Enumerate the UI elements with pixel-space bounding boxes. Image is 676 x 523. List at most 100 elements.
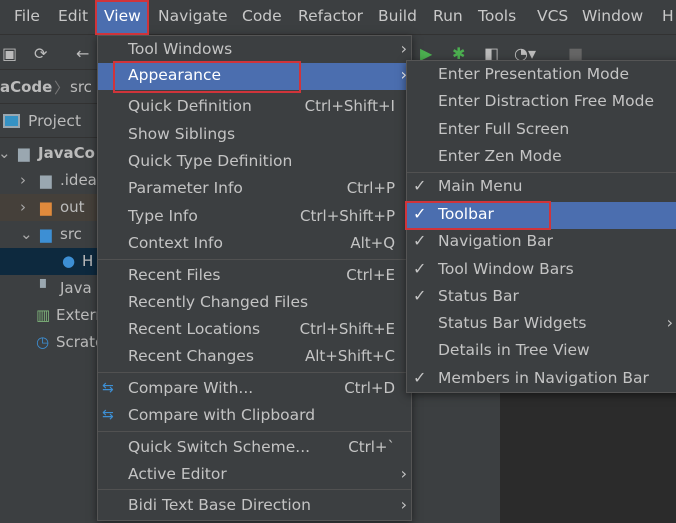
collapse-arrow-icon[interactable]: ›	[20, 171, 26, 189]
expand-arrow-icon[interactable]: ⌄	[0, 144, 11, 162]
project-window-icon	[3, 114, 20, 128]
menu-item-enter-zen-mode[interactable]: Enter Zen Mode	[407, 144, 676, 171]
source-folder-icon: ▆	[40, 225, 52, 243]
shortcut-label: Ctrl+`	[348, 438, 395, 456]
collapse-arrow-icon[interactable]: ›	[20, 198, 26, 216]
tree-item-label: Java	[60, 279, 92, 297]
menu-item-label: Context Info	[128, 234, 223, 252]
project-panel-title[interactable]: Project	[28, 112, 81, 130]
menu-item-toolbar[interactable]: ✓ Toolbar	[407, 202, 676, 229]
menu-item-label: Recent Changes	[128, 347, 254, 365]
menu-item-label: Enter Distraction Free Mode	[438, 92, 654, 110]
menu-item-label: Appearance	[128, 66, 222, 84]
menu-navigate[interactable]: Navigate	[158, 7, 228, 25]
menu-item-label: Enter Zen Mode	[438, 147, 562, 165]
shortcut-label: Ctrl+D	[344, 379, 395, 397]
navigation-bar: aCode 〉 src	[0, 72, 100, 104]
menu-view[interactable]: View	[104, 7, 141, 25]
menu-item-label: Compare with Clipboard	[128, 406, 316, 424]
menu-item-quick-definition[interactable]: Quick Definition Ctrl+Shift+I	[98, 94, 411, 121]
menu-item-recent-changes[interactable]: Recent Changes Alt+Shift+C	[98, 344, 411, 371]
menu-item-enter-distraction-free-mode[interactable]: Enter Distraction Free Mode	[407, 89, 676, 116]
menu-edit[interactable]: Edit	[58, 7, 88, 25]
menu-item-parameter-info[interactable]: Parameter Info Ctrl+P	[98, 176, 411, 203]
submenu-arrow-icon: ›	[400, 39, 407, 58]
menu-item-navigation-bar[interactable]: ✓ Navigation Bar	[407, 229, 676, 256]
menu-item-label: Recent Locations	[128, 320, 261, 338]
sync-icon[interactable]: ⟳	[34, 44, 47, 63]
tree-item-javaco[interactable]: ⌄ ▆ JavaCo	[0, 140, 100, 167]
menu-window[interactable]: Window	[582, 7, 643, 25]
menu-item-enter-presentation-mode[interactable]: Enter Presentation Mode	[407, 62, 676, 89]
menu-item-label: Compare With...	[128, 379, 254, 397]
menu-tools[interactable]: Tools	[478, 7, 516, 25]
menu-file[interactable]: File	[14, 7, 40, 25]
menu-separator	[98, 259, 411, 260]
submenu-arrow-icon: ›	[400, 495, 407, 514]
menu-run[interactable]: Run	[433, 7, 463, 25]
menu-item-tool-window-bars[interactable]: ✓ Tool Window Bars	[407, 257, 676, 284]
save-icon[interactable]: ▣	[2, 44, 17, 63]
menu-item-label: Parameter Info	[128, 179, 243, 197]
menu-item-context-info[interactable]: Context Info Alt+Q	[98, 231, 411, 258]
menu-item-enter-full-screen[interactable]: Enter Full Screen	[407, 117, 676, 144]
menu-vcs[interactable]: VCS	[537, 7, 568, 25]
breadcrumb-project[interactable]: aCode	[0, 78, 52, 96]
tree-item-java[interactable]: ▘ Java	[0, 275, 100, 302]
tree-item-idea[interactable]: › ▆ .idea	[0, 167, 100, 194]
editor-area	[500, 392, 676, 523]
menu-item-label: Type Info	[128, 207, 198, 225]
breadcrumb-separator-icon: 〉	[54, 79, 70, 97]
project-folder-icon: ▆	[18, 144, 30, 162]
menu-item-label: Main Menu	[438, 177, 523, 195]
menu-item-quick-switch-scheme[interactable]: Quick Switch Scheme... Ctrl+`	[98, 435, 411, 462]
shortcut-label: Alt+Q	[350, 234, 395, 252]
breadcrumb-folder[interactable]: src	[70, 78, 92, 96]
menu-item-label: Quick Switch Scheme...	[128, 438, 311, 456]
menu-item-label: Toolbar	[438, 205, 494, 223]
back-icon[interactable]: ←	[76, 44, 89, 63]
menu-item-type-info[interactable]: Type Info Ctrl+Shift+P	[98, 204, 411, 231]
tree-item-scratch[interactable]: ◷ Scratch	[0, 329, 100, 356]
checkmark-icon: ✓	[413, 286, 427, 305]
tree-item-h[interactable]: ● H	[0, 248, 100, 275]
menu-item-recent-files[interactable]: Recent Files Ctrl+E	[98, 263, 411, 290]
menu-item-active-editor[interactable]: Active Editor ›	[98, 462, 411, 489]
menu-item-recent-locations[interactable]: Recent Locations Ctrl+Shift+E	[98, 317, 411, 344]
checkmark-icon: ✓	[413, 204, 427, 223]
menu-item-status-bar[interactable]: ✓ Status Bar	[407, 284, 676, 311]
menu-build[interactable]: Build	[378, 7, 417, 25]
menu-item-bidi-text-base-direction[interactable]: Bidi Text Base Direction ›	[98, 493, 411, 520]
tree-item-externa[interactable]: ▥ Externa	[0, 302, 100, 329]
menu-code[interactable]: Code	[242, 7, 282, 25]
menu-h[interactable]: H	[662, 7, 674, 25]
tree-item-out[interactable]: › ▆ out	[0, 194, 100, 221]
menu-item-label: Enter Full Screen	[438, 120, 570, 138]
menu-item-appearance[interactable]: Appearance ›	[98, 63, 411, 90]
submenu-arrow-icon: ›	[400, 464, 407, 483]
menu-item-label: Status Bar Widgets	[438, 314, 587, 332]
menu-refactor[interactable]: Refactor	[298, 7, 363, 25]
menu-item-members-in-navigation-bar[interactable]: ✓ Members in Navigation Bar	[407, 366, 676, 393]
checkmark-icon: ✓	[413, 176, 427, 195]
tree-item-src[interactable]: ⌄ ▆ src	[0, 221, 100, 248]
shortcut-label: Ctrl+E	[346, 266, 395, 284]
menu-item-compare-with-clipboard[interactable]: ⇆ Compare with Clipboard	[98, 403, 411, 430]
menu-item-show-siblings[interactable]: Show Siblings	[98, 122, 411, 149]
menu-item-details-in-tree-view[interactable]: Details in Tree View	[407, 338, 676, 365]
orange-folder-icon: ▆	[40, 198, 52, 216]
menu-item-status-bar-widgets[interactable]: Status Bar Widgets ›	[407, 311, 676, 338]
menu-item-compare-with[interactable]: ⇆ Compare With... Ctrl+D	[98, 376, 411, 403]
menu-item-label: Quick Type Definition	[128, 152, 293, 170]
menu-item-tool-windows[interactable]: Tool Windows ›	[98, 37, 411, 64]
shortcut-label: Alt+Shift+C	[304, 347, 395, 365]
menu-item-label: Show Siblings	[128, 125, 236, 143]
expand-arrow-icon[interactable]: ⌄	[20, 225, 33, 243]
menu-item-label: Status Bar	[438, 287, 519, 305]
menu-item-recently-changed-files[interactable]: Recently Changed Files	[98, 290, 411, 317]
menu-item-quick-type-definition[interactable]: Quick Type Definition	[98, 149, 411, 176]
tree-item-label: Externa	[56, 306, 100, 324]
menu-item-main-menu[interactable]: ✓ Main Menu	[407, 174, 676, 201]
project-panel-header: Project	[0, 106, 100, 138]
checkmark-icon: ✓	[413, 259, 427, 278]
